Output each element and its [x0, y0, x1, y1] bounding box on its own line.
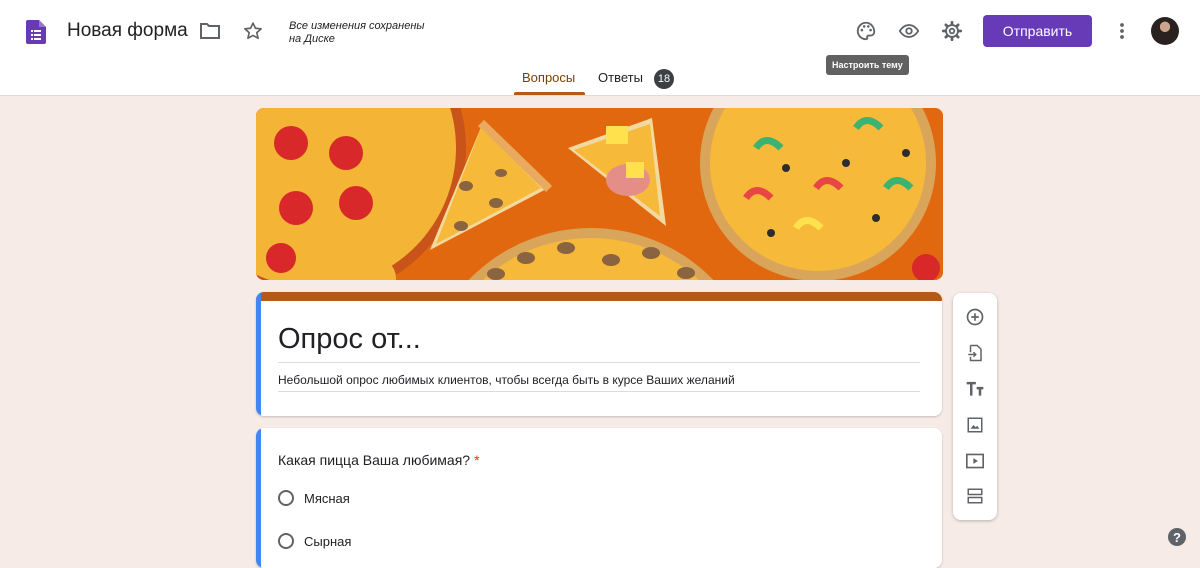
option-cheese[interactable]: Сырная — [278, 533, 351, 549]
option-meat[interactable]: Мясная — [278, 490, 350, 506]
answers-count-badge: 18 — [654, 69, 674, 89]
radio-button[interactable] — [278, 533, 294, 549]
import-questions-button[interactable] — [963, 341, 987, 365]
active-tab-indicator — [514, 92, 585, 95]
customize-theme-button[interactable] — [850, 15, 882, 47]
folder-icon — [200, 23, 220, 39]
theme-tooltip: Настроить тему — [826, 55, 909, 75]
avatar[interactable] — [1151, 17, 1179, 45]
top-header: Новая форма Все изменения сохранены на Д… — [0, 0, 1200, 96]
add-image-button[interactable] — [963, 413, 987, 437]
question-card-accent — [256, 428, 261, 568]
option-label: Сырная — [304, 533, 352, 549]
forms-logo-icon[interactable] — [26, 20, 46, 44]
form-title[interactable]: Опрос от... — [278, 323, 421, 356]
palette-icon — [856, 21, 876, 41]
description-underline — [278, 391, 920, 392]
question-title: Какая пицца Ваша любимая? * — [278, 452, 480, 468]
pizza-header-image — [256, 108, 943, 280]
theme-color-bar — [256, 292, 942, 301]
radio-button[interactable] — [278, 490, 294, 506]
settings-button[interactable] — [936, 15, 968, 47]
question-card[interactable]: Какая пицца Ваша любимая? * Мясная Сырная — [256, 428, 942, 568]
floating-toolbar — [953, 293, 997, 520]
add-title-button[interactable] — [963, 377, 987, 401]
form-doc-title[interactable]: Новая форма — [67, 20, 188, 42]
question-text: Какая пицца Ваша любимая? — [278, 452, 471, 468]
gear-icon — [941, 20, 963, 42]
add-question-button[interactable] — [963, 305, 987, 329]
eye-icon — [898, 24, 920, 38]
form-title-card[interactable]: Опрос от... Небольшой опрос любимых клие… — [256, 292, 942, 416]
add-section-button[interactable] — [963, 484, 987, 508]
import-questions-icon — [968, 344, 982, 362]
add-section-icon — [967, 488, 983, 504]
tab-answers[interactable]: Ответы — [598, 70, 643, 85]
help-icon: ? — [1173, 529, 1181, 545]
selected-card-accent — [256, 292, 261, 416]
tab-questions[interactable]: Вопросы — [522, 70, 575, 85]
folder-button[interactable] — [194, 15, 226, 47]
add-image-icon — [967, 417, 983, 433]
option-label: Мясная — [304, 490, 350, 506]
more-vert-icon — [1120, 23, 1124, 39]
save-status: Все изменения сохранены на Диске — [289, 20, 425, 45]
preview-button[interactable] — [893, 15, 925, 47]
required-mark: * — [474, 452, 480, 468]
send-button[interactable]: Отправить — [983, 15, 1092, 47]
add-video-button[interactable] — [963, 449, 987, 473]
add-title-icon — [966, 381, 984, 396]
form-description[interactable]: Небольшой опрос любимых клиентов, чтобы … — [278, 373, 735, 387]
star-button[interactable] — [237, 15, 269, 47]
title-underline — [278, 362, 920, 363]
add-question-icon — [966, 308, 984, 326]
help-button[interactable]: ? — [1168, 528, 1186, 546]
more-options-button[interactable] — [1106, 15, 1138, 47]
add-video-icon — [966, 453, 984, 469]
star-icon — [244, 22, 262, 40]
